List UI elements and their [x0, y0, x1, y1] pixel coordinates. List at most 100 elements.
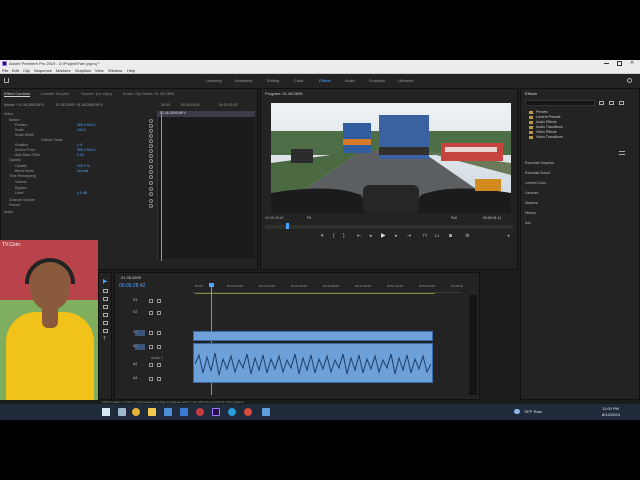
go-to-out-icon[interactable]: ⇥ [407, 234, 411, 239]
menu-graphics[interactable]: Graphics [75, 69, 91, 73]
reset-icon[interactable] [149, 148, 153, 153]
slip-tool-icon[interactable] [103, 313, 108, 317]
menu-view[interactable]: View [95, 69, 104, 73]
track-target-icon[interactable] [135, 344, 145, 350]
hand-tool-icon[interactable] [103, 329, 108, 333]
track-label[interactable]: V2 [133, 310, 137, 315]
toggle-output-icon[interactable] [149, 330, 153, 335]
tab-effect-controls[interactable]: Effect Controls [4, 92, 30, 96]
panel-section-label[interactable]: Essential Sound [525, 171, 550, 176]
program-fit-dropdown[interactable]: Fit [307, 216, 311, 221]
tab-effects[interactable]: Effects [319, 79, 331, 83]
search-taskbar-icon[interactable] [118, 408, 126, 416]
reset-icon[interactable] [149, 133, 153, 138]
effects-menu-icon[interactable] [619, 151, 625, 155]
marker-icon[interactable]: ▾ [321, 234, 324, 239]
extract-icon[interactable]: ⊔ [435, 234, 439, 239]
tab-audio-clip-mixer[interactable]: Audio Clip Mixer: 01.08.2895 [123, 92, 174, 96]
tab-graphics[interactable]: Graphics [369, 79, 385, 83]
play-icon[interactable]: ▶ [381, 233, 386, 239]
work-area-bar[interactable] [195, 293, 435, 294]
menu-file[interactable]: File [2, 69, 8, 73]
tab-libraries[interactable]: Libraries [398, 79, 413, 83]
property-value[interactable]: 0.0 dB [77, 191, 87, 196]
panel-section-label[interactable]: Libraries [525, 191, 538, 196]
track-label[interactable]: A2 [133, 362, 137, 367]
edge-icon[interactable] [228, 408, 236, 416]
out-point-icon[interactable]: } [343, 234, 345, 239]
type-tool-icon[interactable]: T [103, 337, 106, 342]
panel-section-label[interactable]: History [525, 211, 536, 216]
menu-sequence[interactable]: Sequence [34, 69, 52, 73]
effects-folder-label[interactable]: Presets [536, 110, 548, 115]
settings-icon[interactable]: ⚙ [465, 234, 469, 239]
ripple-edit-icon[interactable] [103, 297, 108, 301]
effects-folder-label[interactable]: Video Effects [536, 130, 557, 135]
search-icon[interactable] [627, 78, 632, 83]
effects-folder-label[interactable]: Lumetri Presets [536, 115, 561, 120]
effects-folder-label[interactable]: Audio Effects [536, 120, 557, 125]
toggle-output-icon[interactable] [149, 362, 153, 367]
go-to-in-icon[interactable]: ⇤ [357, 234, 361, 239]
home-icon[interactable] [4, 78, 9, 83]
lock-track-icon[interactable] [157, 344, 161, 349]
menu-markers[interactable]: Markers [56, 69, 70, 73]
toggle-output-icon[interactable] [149, 376, 153, 381]
lock-track-icon[interactable] [157, 330, 161, 335]
minimize-icon[interactable] [604, 63, 609, 64]
track-label[interactable]: V3 [133, 298, 137, 303]
property-value[interactable]: 100.0 % [77, 164, 90, 169]
start-button[interactable] [102, 408, 110, 416]
reset-icon[interactable] [149, 191, 153, 196]
reset-icon[interactable] [149, 158, 153, 163]
step-forward-icon[interactable]: ▸ [395, 234, 398, 239]
reset-icon[interactable] [149, 174, 153, 179]
reset-icon[interactable] [149, 123, 153, 128]
v1-clip[interactable] [193, 331, 433, 341]
track-select-icon[interactable] [103, 289, 108, 293]
panel-section-label[interactable]: Info [525, 221, 531, 226]
tab-learning[interactable]: Learning [206, 79, 222, 83]
tab-lumetri-scopes[interactable]: Lumetri Scopes [41, 92, 69, 96]
effects-folder-label[interactable]: Video Transitions [536, 135, 563, 140]
menu-help[interactable]: Help [127, 69, 135, 73]
program-quality-dropdown[interactable]: Full [451, 216, 457, 221]
property-value[interactable]: 0.00 [77, 153, 84, 158]
panel-section-label[interactable]: Lumetri Color [525, 181, 546, 186]
timeline-tab[interactable]: 01.08.2895 [121, 276, 141, 280]
lock-track-icon[interactable] [157, 298, 161, 303]
panel-section-label[interactable]: Markers [525, 201, 538, 206]
file-explorer-icon[interactable] [148, 408, 156, 416]
property-value[interactable]: 100.0 [77, 128, 86, 133]
step-back-icon[interactable]: ◂ [369, 234, 372, 239]
weather-text[interactable]: 76°F Rain [524, 410, 542, 414]
lock-track-icon[interactable] [157, 376, 161, 381]
reset-icon[interactable] [149, 138, 153, 143]
reset-icon[interactable] [149, 153, 153, 158]
effect-playhead[interactable] [161, 111, 162, 261]
clock-time[interactable]: 11:00 PM [602, 407, 619, 411]
tab-source[interactable]: Source: (no clips) [81, 92, 112, 96]
lift-icon[interactable]: ⊓ [423, 234, 427, 239]
reset-icon[interactable] [149, 169, 153, 174]
app-red-icon[interactable] [196, 408, 204, 416]
menu-edit[interactable]: Edit [12, 69, 19, 73]
toggle-output-icon[interactable] [149, 298, 153, 303]
toggle-output-icon[interactable] [149, 310, 153, 315]
property-value[interactable]: 960.0 540.0 [77, 148, 96, 153]
maximize-icon[interactable] [617, 61, 622, 66]
mail-icon[interactable] [180, 408, 188, 416]
property-value[interactable]: 0.0 [77, 143, 82, 148]
premiere-taskbar-icon[interactable] [212, 408, 220, 416]
tab-audio[interactable]: Audio [345, 79, 355, 83]
chrome-icon[interactable] [132, 408, 140, 416]
selection-tool-icon[interactable] [103, 279, 108, 284]
property-value[interactable]: Normal [77, 169, 88, 174]
reset-icon[interactable] [149, 180, 153, 185]
menu-clip[interactable]: Clip [23, 69, 30, 73]
razor-tool-icon[interactable] [103, 305, 108, 309]
toggle-output-icon[interactable] [149, 344, 153, 349]
reset-icon[interactable] [149, 128, 153, 133]
reset-icon[interactable] [149, 118, 153, 123]
clock-date[interactable]: 8/14/2024 [602, 413, 620, 417]
